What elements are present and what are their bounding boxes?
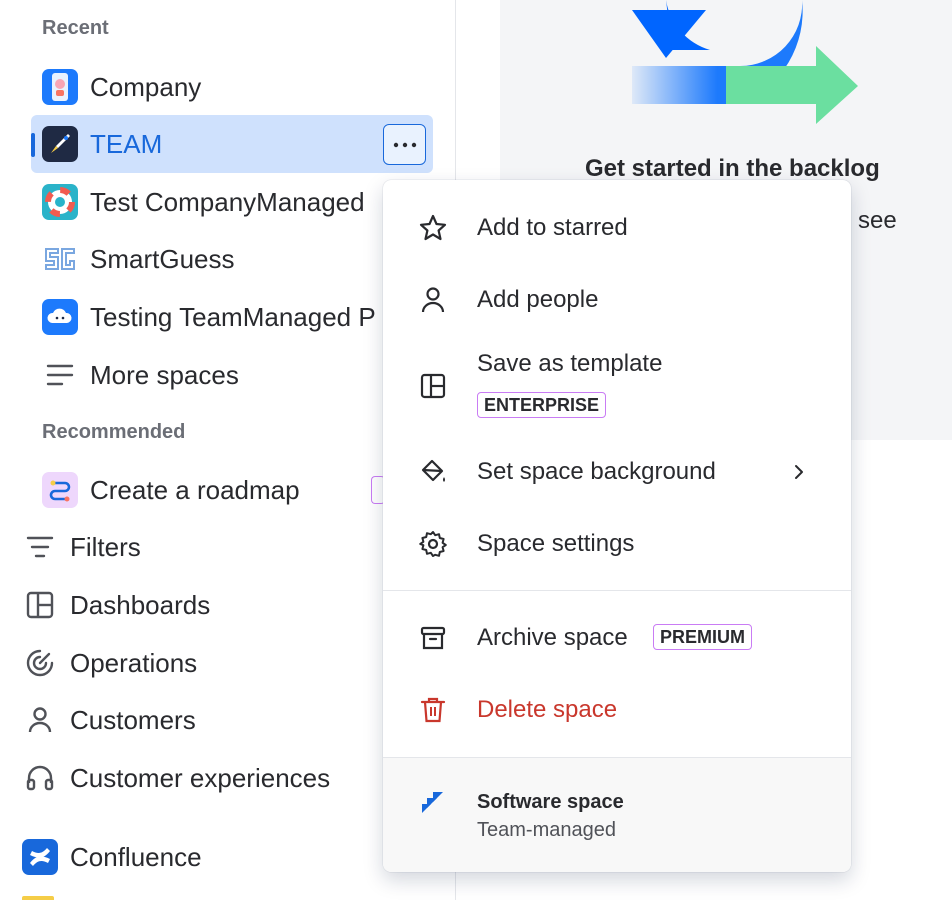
menu-item-label: Add to starred: [477, 214, 628, 241]
space-type-title: Software space: [477, 791, 624, 813]
menu-item-archive-space[interactable]: Archive space PREMIUM: [383, 610, 851, 666]
menu-item-label: Add people: [477, 286, 599, 313]
sidebar-item-label: TEAM: [90, 128, 163, 159]
archive-icon: [417, 622, 449, 654]
person-icon: [22, 702, 58, 738]
enterprise-badge: ENTERPRISE: [477, 392, 607, 418]
menu-item-delete-space[interactable]: Delete space: [383, 682, 851, 738]
menu-item-set-space-background[interactable]: Set space background: [383, 444, 851, 500]
more-spaces-link[interactable]: More spaces: [42, 347, 239, 403]
sg-logo-icon: [42, 241, 78, 277]
person-icon: [417, 284, 449, 316]
sidebar-item-filters[interactable]: Filters: [22, 519, 141, 575]
menu-item-label: Set space background: [477, 458, 716, 485]
menu-item-label: Delete space: [477, 696, 618, 723]
sidebar-item-label: Company: [90, 71, 202, 102]
template-icon: [417, 370, 449, 402]
sidebar-item-label: SmartGuess: [90, 243, 235, 274]
recommended-heading: Recommended: [42, 421, 186, 443]
sidebar-item-customers[interactable]: Customers: [22, 692, 196, 748]
more-horizontal-icon: [393, 142, 416, 147]
sidebar-item-create-roadmap[interactable]: Create a roadmap: [42, 462, 300, 518]
next-app-icon-partial: [22, 896, 54, 900]
lines-icon: [42, 357, 78, 393]
menu-item-save-as-template[interactable]: Save as template ENTERPRISE: [383, 344, 851, 428]
sidebar-item-company[interactable]: Company: [42, 59, 201, 115]
sidebar-item-label: Filters: [70, 531, 141, 562]
cloud-avatar-icon: [42, 299, 78, 335]
sidebar-item-label: Testing TeamManaged P: [90, 301, 376, 332]
roadmap-icon: [42, 472, 78, 508]
trash-icon: [417, 694, 449, 726]
sidebar-item-label: Customers: [70, 704, 196, 735]
menu-item-label: Space settings: [477, 530, 635, 557]
sidebar-item-label: Create a roadmap: [90, 474, 300, 505]
menu-divider: [383, 590, 851, 591]
space-type-footer: Software space Team-managed: [383, 758, 851, 872]
sidebar-item-confluence[interactable]: Confluence: [22, 829, 202, 885]
rocket-avatar-icon: [42, 126, 78, 162]
filter-icon: [22, 529, 58, 565]
menu-item-label: Archive space: [477, 624, 628, 651]
space-more-actions-button[interactable]: [383, 124, 426, 165]
sidebar-item-label: Confluence: [70, 841, 202, 872]
recent-heading: Recent: [42, 17, 109, 39]
chevron-right-icon: [795, 465, 803, 479]
menu-item-label: Save as template: [477, 350, 663, 377]
sidebar-item-dashboards[interactable]: Dashboards: [22, 577, 210, 633]
menu-item-add-to-starred[interactable]: Add to starred: [383, 200, 851, 256]
sidebar-item-label: Operations: [70, 647, 198, 678]
premium-badge: PREMIUM: [653, 624, 752, 650]
sidebar-item-team[interactable]: TEAM: [42, 116, 162, 172]
sidebar-item-operations[interactable]: Operations: [22, 635, 197, 691]
menu-item-space-settings[interactable]: Space settings: [383, 516, 851, 572]
space-type-subtitle: Team-managed: [477, 819, 616, 841]
sidebar-item-label: Dashboards: [70, 589, 211, 620]
sidebar-item-label: Customer experiences: [70, 762, 331, 793]
empty-state-title: Get started in the backlog: [585, 155, 880, 182]
paint-bucket-icon: [417, 456, 449, 488]
star-icon: [417, 212, 449, 244]
confluence-logo-icon: [22, 839, 58, 875]
phone-avatar-icon: [42, 69, 78, 105]
sidebar-item-testing-teammanaged[interactable]: Testing TeamManaged P: [42, 289, 376, 345]
sidebar-item-label: Test CompanyManaged: [90, 186, 365, 217]
gear-icon: [417, 528, 449, 560]
sidebar-item-smartguess[interactable]: SmartGuess: [42, 231, 235, 287]
headphones-icon: [22, 760, 58, 796]
space-actions-menu: Add to starred Add people Save as templa…: [383, 180, 851, 872]
sidebar-item-customer-experiences[interactable]: Customer experiences: [22, 750, 330, 806]
dashboard-icon: [22, 587, 58, 623]
jira-software-icon: [419, 788, 447, 821]
menu-item-add-people[interactable]: Add people: [383, 272, 851, 328]
selection-indicator: [31, 133, 35, 157]
more-spaces-label: More spaces: [90, 359, 239, 390]
sidebar-item-test-companymanaged[interactable]: Test CompanyManaged: [42, 174, 365, 230]
operations-icon: [22, 645, 58, 681]
lifebuoy-avatar-icon: [42, 184, 78, 220]
